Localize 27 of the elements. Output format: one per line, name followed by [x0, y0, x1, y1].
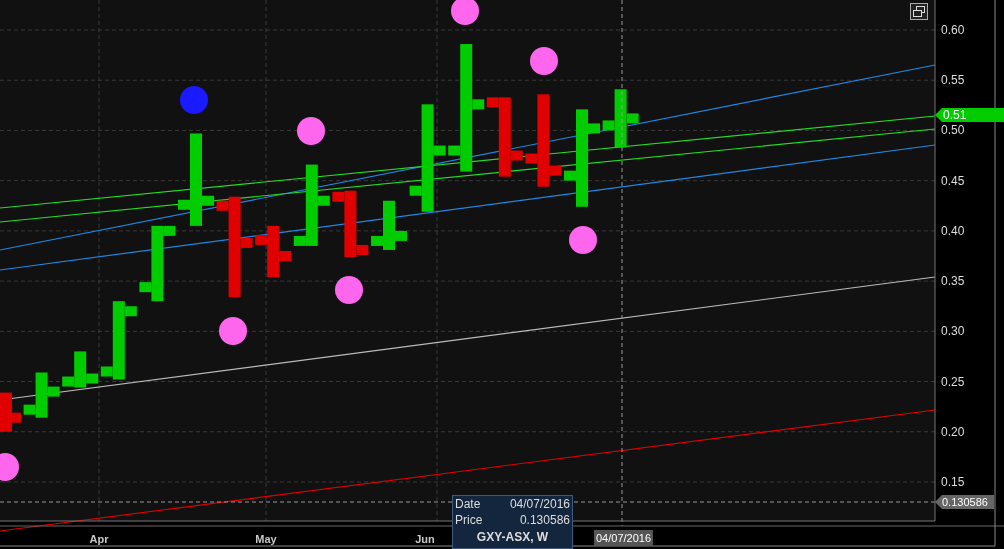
y-axis-label: 0.55 [941, 73, 965, 88]
crosshair-date-tag: 04/07/2016 [594, 530, 654, 546]
restore-window-icon[interactable] [910, 3, 928, 20]
y-axis-label: 0.35 [941, 274, 965, 289]
price-bar [0, 392, 21, 432]
tooltip-value: 0.130586 [519, 512, 570, 528]
y-axis-label: 0.30 [941, 324, 965, 339]
price-bar [332, 190, 369, 257]
x-axis-label: Apr [89, 533, 109, 545]
tooltip-value: 04/07/2016 [509, 496, 570, 512]
crosshair-price-tag: 0.130586 [935, 495, 994, 509]
y-axis-label: 0.60 [941, 23, 965, 37]
y-axis-label: 0.25 [941, 374, 965, 389]
price-bar [602, 89, 639, 148]
price-bar [23, 372, 60, 418]
y-axis-label: 0.15 [941, 475, 965, 489]
tooltip-label: Price [455, 512, 483, 528]
tooltip-label: Date [455, 496, 481, 512]
y-axis-label: 0.45 [941, 173, 965, 188]
tooltip-title: GXY-ASX, W [476, 530, 549, 544]
last-price-tag: 0.51 [935, 108, 1004, 122]
x-axis-label: May [255, 533, 277, 545]
x-axis-label: Jun [415, 533, 435, 545]
y-axis-label: 0.40 [941, 223, 965, 238]
price-bar [371, 200, 407, 250]
y-axis-label: 0.50 [941, 123, 965, 138]
y-axis-label: 0.20 [941, 424, 965, 439]
